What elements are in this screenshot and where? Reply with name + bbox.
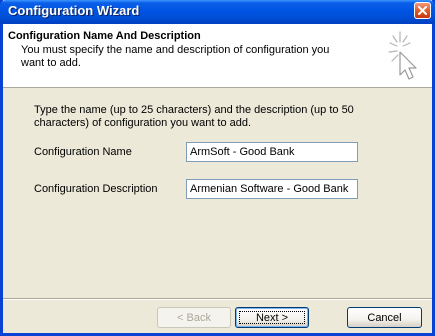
title-bar[interactable]: Configuration Wizard (0, 0, 435, 24)
wizard-cursor-icon (388, 31, 417, 80)
next-button[interactable]: Next > (235, 307, 309, 328)
window-title: Configuration Wizard (8, 3, 140, 18)
wizard-header: Configuration Name And Description You m… (3, 24, 432, 88)
close-icon (418, 6, 427, 15)
configuration-description-field[interactable] (186, 179, 358, 199)
back-button[interactable]: < Back (157, 307, 231, 328)
configuration-description-label: Configuration Description (34, 183, 158, 195)
close-button[interactable] (414, 2, 431, 19)
header-subtitle: You must specify the name and descriptio… (21, 44, 330, 69)
footer-separator (3, 298, 432, 300)
wizard-window: Configuration Wizard Configuration Name … (0, 0, 435, 336)
configuration-name-field[interactable] (186, 142, 358, 162)
header-title: Configuration Name And Description (8, 30, 201, 42)
configuration-name-label: Configuration Name (34, 146, 132, 158)
cancel-button[interactable]: Cancel (347, 307, 422, 328)
focus-rect (239, 311, 305, 324)
instructions-text: Type the name (up to 25 characters) and … (34, 104, 354, 129)
